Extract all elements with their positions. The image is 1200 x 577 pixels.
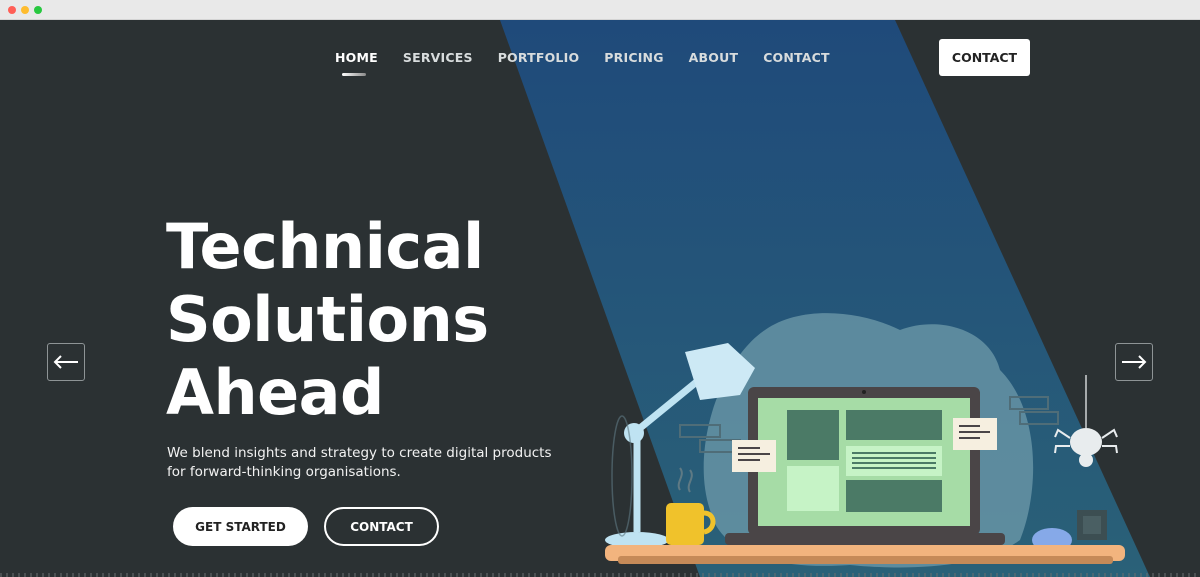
hero-title-line: Technical: [166, 210, 484, 283]
desk-edge: [618, 556, 1113, 564]
main-nav: HOME SERVICES PORTFOLIO PRICING ABOUT CO…: [335, 50, 855, 76]
carousel-prev-button[interactable]: [47, 343, 85, 381]
nav-item-portfolio[interactable]: PORTFOLIO: [498, 50, 580, 74]
page-edge-divider: [0, 573, 1200, 577]
browser-window: HOME SERVICES PORTFOLIO PRICING ABOUT CO…: [0, 0, 1200, 577]
nav-item-label: PORTFOLIO: [497, 50, 580, 65]
minimize-window-icon[interactable]: [21, 6, 29, 14]
nav-item-label: HOME: [335, 50, 378, 65]
maximize-window-icon[interactable]: [34, 6, 42, 14]
nav-item-services[interactable]: SERVICES: [403, 50, 473, 74]
nav-item-label: CONTACT: [763, 50, 830, 65]
nav-item-label: SERVICES: [402, 50, 473, 65]
nav-item-label: PRICING: [604, 50, 664, 65]
nav-item-about[interactable]: ABOUT: [689, 50, 739, 74]
power-socket-icon: [1077, 510, 1107, 540]
hero-contact-button[interactable]: CONTACT: [324, 507, 439, 546]
nav-item-label: ABOUT: [688, 50, 739, 65]
header-contact-button[interactable]: CONTACT: [939, 39, 1030, 76]
active-indicator: [342, 73, 366, 76]
hero-section: HOME SERVICES PORTFOLIO PRICING ABOUT CO…: [0, 20, 1200, 577]
desk-illustration: [605, 313, 1125, 568]
window-chrome: [0, 0, 1200, 20]
hero-title: Technical Solutions Ahead: [166, 210, 606, 429]
hero-title-line: Ahead: [166, 356, 384, 429]
arrow-left-icon: [53, 355, 78, 369]
hero-title-line: Solutions: [166, 283, 489, 356]
hero-subtitle: We blend insights and strategy to create…: [167, 445, 552, 480]
get-started-button[interactable]: GET STARTED: [173, 507, 308, 546]
nav-item-pricing[interactable]: PRICING: [604, 50, 663, 74]
nav-item-home[interactable]: HOME: [335, 50, 378, 76]
nav-item-contact[interactable]: CONTACT: [763, 50, 830, 74]
spider-icon: [1054, 375, 1118, 467]
close-window-icon[interactable]: [8, 6, 16, 14]
